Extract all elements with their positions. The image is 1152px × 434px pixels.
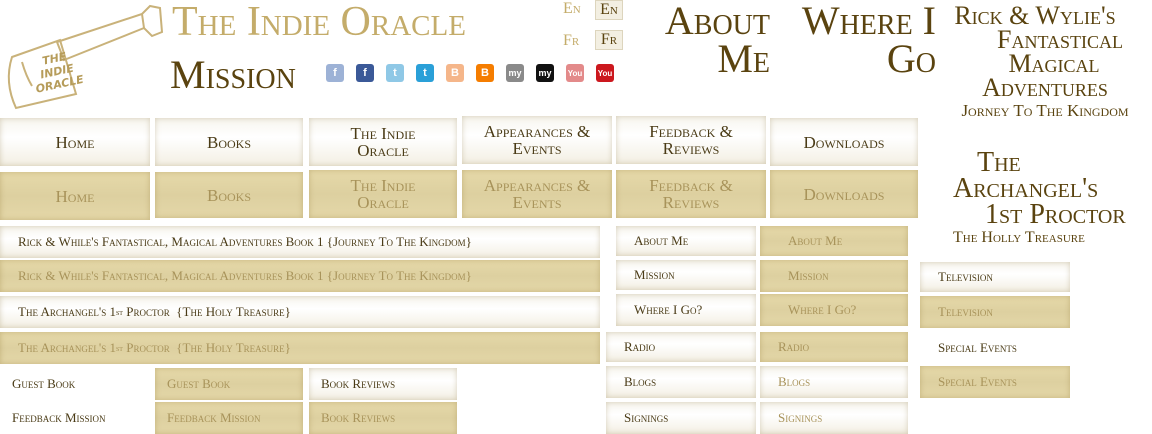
- myspace-icon[interactable]: my: [506, 64, 524, 82]
- trumpet-logo-icon: [7, 4, 164, 110]
- where-i-go-link-hover[interactable]: Where I Go?: [760, 294, 908, 326]
- feedback-mission-link[interactable]: Feedback Mission: [0, 402, 150, 434]
- nav-feedback-hover[interactable]: Feedback & Reviews: [616, 170, 766, 218]
- site-title[interactable]: The Indie Oracle: [172, 0, 466, 46]
- where-i-go-text: Where I Go: [801, 0, 936, 81]
- radio-link[interactable]: Radio: [606, 332, 756, 362]
- blogger-icon[interactable]: B: [476, 64, 494, 82]
- nav-books-hover[interactable]: Books: [155, 172, 303, 218]
- nav-appearances-hover[interactable]: Appearances & Events: [462, 170, 612, 218]
- where-i-go-heading[interactable]: Where I Go: [770, 0, 936, 81]
- book-reviews-link-hover[interactable]: Book Reviews: [309, 402, 457, 434]
- mission-link[interactable]: Mission: [616, 260, 756, 290]
- special-events-link[interactable]: Special Events: [920, 332, 1070, 364]
- book1-link[interactable]: Rick & While's Fantastical, Magical Adve…: [0, 226, 600, 258]
- book1-title-line4: Adventures: [982, 73, 1108, 102]
- site-logo[interactable]: THE INDIE ORACLE: [2, 2, 167, 110]
- lang-en-link[interactable]: En: [563, 0, 581, 18]
- mission-heading[interactable]: Mission: [170, 52, 296, 98]
- lang-fr-button[interactable]: Fr: [595, 30, 623, 50]
- radio-link-hover[interactable]: Radio: [760, 332, 908, 362]
- blogs-link[interactable]: Blogs: [606, 366, 756, 398]
- youtube-icon[interactable]: You: [566, 64, 584, 82]
- book2-link-hover[interactable]: The Archangel's 1st Proctor {The Holy Tr…: [0, 332, 600, 364]
- social-icons: f f t t B B my my You You: [326, 64, 626, 84]
- facebook-icon[interactable]: f: [326, 64, 344, 82]
- lang-en-button[interactable]: En: [595, 0, 623, 20]
- book2-side-title[interactable]: The Archangel's 1st Proctor The Holly Tr…: [945, 149, 1145, 248]
- blogs-link-hover[interactable]: Blogs: [760, 366, 908, 398]
- television-link[interactable]: Television: [920, 262, 1070, 292]
- nav-indie-oracle[interactable]: The Indie Oracle: [309, 118, 457, 166]
- television-link-hover[interactable]: Television: [920, 296, 1070, 328]
- nav-home[interactable]: Home: [0, 118, 150, 166]
- signings-link-hover[interactable]: Signings: [760, 402, 908, 434]
- book2-subtitle: The Holly Treasure: [953, 229, 1085, 246]
- where-i-go-link[interactable]: Where I Go?: [616, 294, 756, 326]
- book2-link[interactable]: The Archangel's 1st Proctor {The Holy Tr…: [0, 296, 600, 328]
- nav-feedback[interactable]: Feedback & Reviews: [616, 116, 766, 164]
- twitter-icon[interactable]: t: [416, 64, 434, 82]
- guest-book-link[interactable]: Guest Book: [0, 368, 150, 400]
- about-me-link[interactable]: About Me: [616, 226, 756, 256]
- about-me-heading[interactable]: About Me: [630, 0, 770, 81]
- book2-title-a: The Archangel's 1: [18, 304, 116, 319]
- special-events-link-hover[interactable]: Special Events: [920, 366, 1070, 398]
- book1-link-hover[interactable]: Rick & While's Fantastical, Magical Adve…: [0, 260, 600, 292]
- book1-subtitle: Jorney To The Kingdom: [961, 101, 1129, 120]
- mission-link-hover[interactable]: Mission: [760, 260, 908, 292]
- about-me-link-hover[interactable]: About Me: [760, 226, 908, 256]
- nav-appearances[interactable]: Appearances & Events: [462, 116, 612, 164]
- book2-title-line3: 1st Proctor: [985, 199, 1126, 230]
- book-reviews-link[interactable]: Book Reviews: [309, 368, 457, 400]
- book2-title-b: Proctor {The Holy Treasure}: [122, 340, 291, 355]
- feedback-mission-link-hover[interactable]: Feedback Mission: [155, 402, 303, 434]
- blogger-icon[interactable]: B: [446, 64, 464, 82]
- book2-title-sup: st: [115, 343, 123, 353]
- nav-downloads-hover[interactable]: Downloads: [770, 170, 918, 218]
- book1-side-title[interactable]: Rick & Wylie's Fantastical Magical Adven…: [940, 3, 1150, 122]
- nav-books[interactable]: Books: [155, 118, 303, 166]
- lang-fr-link[interactable]: Fr: [563, 32, 579, 50]
- book2-title-a: The Archangel's 1: [18, 340, 116, 355]
- facebook-icon[interactable]: f: [356, 64, 374, 82]
- about-me-text: About Me: [664, 0, 770, 81]
- myspace-icon[interactable]: my: [536, 64, 554, 82]
- guest-book-link-hover[interactable]: Guest Book: [155, 368, 303, 400]
- twitter-icon[interactable]: t: [386, 64, 404, 82]
- book2-title-sup: st: [115, 307, 123, 317]
- nav-home-hover[interactable]: Home: [0, 172, 150, 220]
- nav-downloads[interactable]: Downloads: [770, 118, 918, 166]
- youtube-icon[interactable]: You: [596, 64, 614, 82]
- book2-title-b: Proctor {The Holy Treasure}: [122, 304, 291, 319]
- signings-link[interactable]: Signings: [606, 402, 756, 434]
- nav-indie-oracle-hover[interactable]: The Indie Oracle: [309, 170, 457, 218]
